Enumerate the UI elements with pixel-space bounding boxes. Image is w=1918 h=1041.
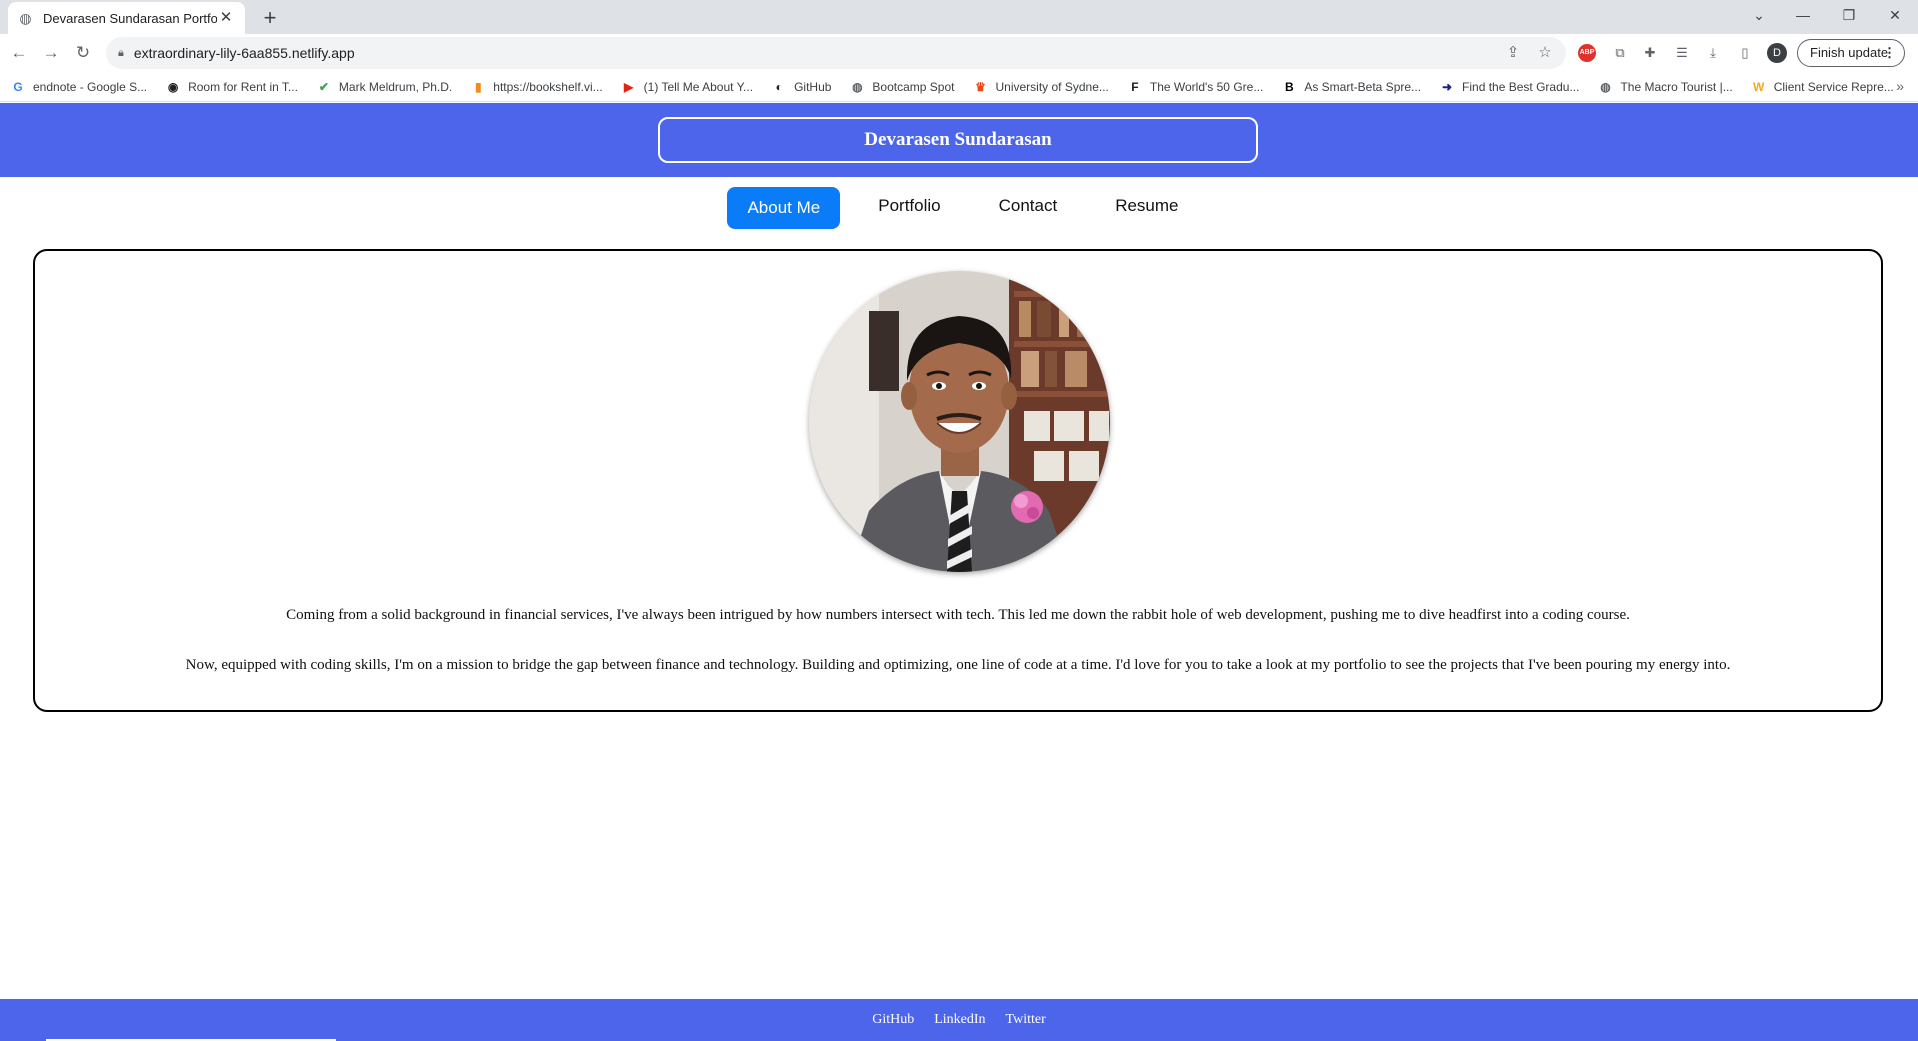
- finish-update-button[interactable]: Finish update ⋮: [1797, 39, 1905, 67]
- bookmark-item[interactable]: ◍ Bootcamp Spot: [849, 79, 954, 95]
- bookmark-label: The Macro Tourist |...: [1620, 79, 1733, 94]
- bookmark-star-icon[interactable]: ☆: [1532, 40, 1558, 66]
- bookmark-item[interactable]: ◉ Room for Rent in T...: [165, 79, 298, 95]
- adblock-extension-icon[interactable]: ABP: [1578, 44, 1596, 62]
- profile-photo: [809, 271, 1110, 572]
- site-footer: GitHub LinkedIn Twitter: [0, 999, 1918, 1041]
- url-text: extraordinary-lily-6aa855.netlify.app: [133, 45, 355, 61]
- minimize-icon[interactable]: —: [1780, 0, 1826, 30]
- restore-icon[interactable]: ❐: [1826, 0, 1872, 30]
- bookmark-item[interactable]: Gendnote - Google S...: [10, 79, 147, 95]
- bookmark-favicon-icon: B: [1284, 79, 1294, 94]
- bookmark-item[interactable]: ◍ The Macro Tourist |...: [1597, 79, 1733, 95]
- bookmark-label: GitHub: [794, 79, 832, 94]
- bookmark-label: https://bookshelf.vi...: [493, 79, 603, 94]
- footer-link-twitter[interactable]: Twitter: [1006, 1012, 1046, 1028]
- browser-tab[interactable]: ◍ Devarasen Sundarasan Portfolio ✕: [8, 2, 245, 34]
- share-icon[interactable]: ⇪: [1500, 40, 1526, 66]
- extension-badge-icon[interactable]: ⧉: [1609, 42, 1631, 64]
- bookmark-favicon-icon: ✔: [318, 79, 329, 94]
- finish-update-label: Finish update: [1810, 45, 1889, 60]
- bookmark-favicon-icon: G: [13, 79, 23, 94]
- bookmark-item[interactable]: ♛ University of Sydne...: [972, 79, 1109, 95]
- about-me-card: Coming from a solid background in financ…: [33, 249, 1883, 712]
- bookmark-label: Room for Rent in T...: [188, 79, 298, 94]
- bookmark-item[interactable]: F The World's 50 Gre...: [1127, 79, 1263, 95]
- bookmark-favicon-icon: ◍: [852, 79, 863, 94]
- bookmark-label: Client Service Repre...: [1773, 79, 1894, 94]
- bookmark-item[interactable]: ▮ https://bookshelf.vi...: [470, 79, 603, 95]
- bookmarks-overflow-chevron-icon[interactable]: »: [1896, 78, 1904, 94]
- browser-tab-strip: ◍ Devarasen Sundarasan Portfolio ✕ + ⌄ —…: [0, 0, 1918, 34]
- side-panel-icon[interactable]: ▯: [1734, 42, 1756, 64]
- bookmark-item[interactable]: ▶ (1) Tell Me About Y...: [621, 79, 753, 95]
- nav-link-about-me[interactable]: About Me: [727, 187, 841, 229]
- tab-search-chevron-icon[interactable]: ⌄: [1736, 0, 1782, 30]
- back-arrow-icon[interactable]: ←: [6, 40, 32, 66]
- bookmark-item[interactable]: ✔ Mark Meldrum, Ph.D.: [316, 79, 452, 95]
- bookmark-favicon-icon: ♛: [975, 79, 986, 94]
- bookmarks-bar: Gendnote - Google S... ◉ Room for Rent in …: [0, 72, 1918, 102]
- footer-link-github[interactable]: GitHub: [872, 1012, 914, 1028]
- bookmark-favicon-icon: ▶: [624, 79, 634, 94]
- reading-list-icon[interactable]: ☰: [1671, 42, 1693, 64]
- new-tab-plus-icon[interactable]: +: [257, 5, 283, 31]
- bookmark-label: Mark Meldrum, Ph.D.: [338, 79, 453, 94]
- site-name-title: Devarasen Sundarasan: [658, 117, 1258, 163]
- address-bar[interactable]: 🔒︎ extraordinary-lily-6aa855.netlify.app: [106, 37, 1566, 69]
- bookmark-label: As Smart-Beta Spre...: [1304, 79, 1422, 94]
- bookmark-favicon-icon: ◍: [1600, 79, 1611, 94]
- bookmark-favicon-icon: ◐: [775, 79, 783, 94]
- profile-avatar[interactable]: D: [1767, 43, 1787, 63]
- bookmark-favicon-icon: ▮: [474, 79, 482, 94]
- nav-link-portfolio[interactable]: Portfolio: [858, 187, 960, 229]
- nav-link-contact[interactable]: Contact: [979, 187, 1078, 229]
- about-paragraph-2: Now, equipped with coding skills, I'm on…: [185, 657, 1731, 673]
- footer-link-linkedin[interactable]: LinkedIn: [934, 1012, 985, 1028]
- bookmark-label: Find the Best Gradu...: [1462, 79, 1580, 94]
- bookmark-item[interactable]: ◐ GitHub: [771, 79, 831, 95]
- bookmark-label: University of Sydne...: [995, 79, 1109, 94]
- bookmark-label: The World's 50 Gre...: [1149, 79, 1264, 94]
- site-navigation: About Me Portfolio Contact Resume: [0, 187, 1918, 229]
- kebab-menu-icon[interactable]: ⋮: [1883, 40, 1896, 66]
- bookmark-item[interactable]: ➜ Find the Best Gradu...: [1439, 79, 1579, 95]
- forward-arrow-icon[interactable]: →: [38, 40, 64, 66]
- about-paragraph-1: Coming from a solid background in financ…: [286, 607, 1630, 623]
- globe-icon: ◍: [19, 9, 32, 26]
- bookmark-label: Bootcamp Spot: [872, 79, 955, 94]
- close-icon[interactable]: ✕: [217, 9, 235, 27]
- nav-link-resume[interactable]: Resume: [1095, 187, 1198, 229]
- browser-toolbar: ← → ↻ 🔒︎ extraordinary-lily-6aa855.netli…: [0, 34, 1918, 72]
- window-close-icon[interactable]: ✕: [1872, 0, 1918, 30]
- bookmark-item[interactable]: B As Smart-Beta Spre...: [1281, 79, 1421, 95]
- bookmark-favicon-icon: ◉: [167, 79, 179, 94]
- reload-icon[interactable]: ↻: [70, 40, 96, 66]
- site-header: Devarasen Sundarasan: [0, 103, 1918, 177]
- tab-title: Devarasen Sundarasan Portfolio: [43, 10, 217, 26]
- bookmark-item[interactable]: W Client Service Repre...: [1751, 79, 1894, 95]
- bookmark-label: (1) Tell Me About Y...: [643, 79, 754, 94]
- bookmark-favicon-icon: W: [1753, 79, 1765, 94]
- puzzle-extensions-icon[interactable]: ✚: [1639, 42, 1661, 64]
- bookmark-favicon-icon: ➜: [1442, 79, 1453, 94]
- bookmark-label: endnote - Google S...: [33, 79, 148, 94]
- bookmark-favicon-icon: F: [1131, 79, 1139, 94]
- lock-icon: 🔒︎: [118, 46, 124, 59]
- download-icon[interactable]: ⤓: [1702, 42, 1724, 64]
